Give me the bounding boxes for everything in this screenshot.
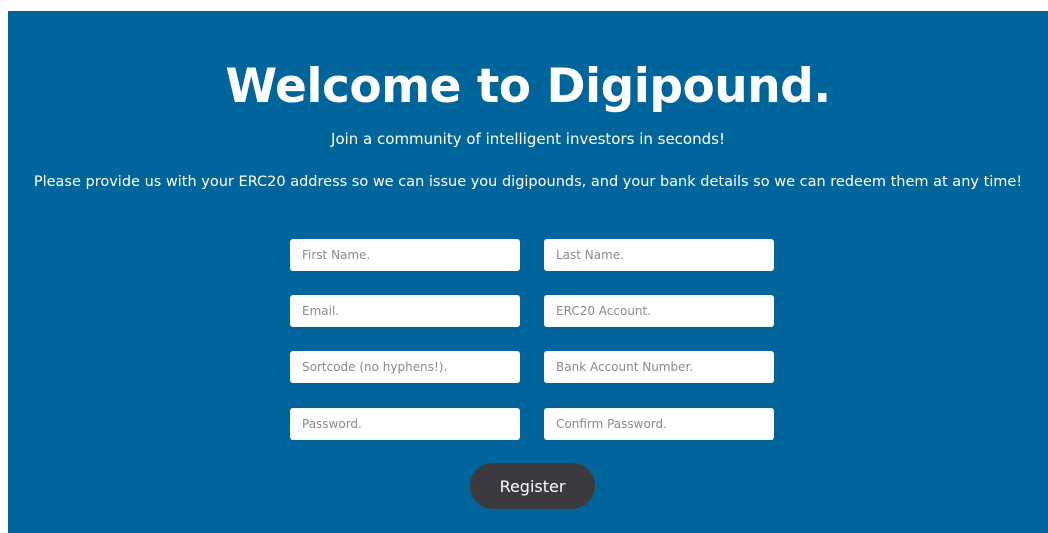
- register-button[interactable]: Register: [470, 463, 595, 509]
- bank-account-number-input[interactable]: [544, 351, 774, 383]
- sortcode-input[interactable]: [290, 351, 520, 383]
- email-input[interactable]: [290, 295, 520, 327]
- erc20-account-input[interactable]: [544, 295, 774, 327]
- registration-panel: Welcome to Digipound. Join a community o…: [8, 11, 1048, 533]
- last-name-input[interactable]: [544, 239, 774, 271]
- password-input[interactable]: [290, 408, 520, 440]
- first-name-input[interactable]: [290, 239, 520, 271]
- page-description: Please provide us with your ERC20 addres…: [33, 174, 1023, 190]
- confirm-password-input[interactable]: [544, 408, 774, 440]
- page-title: Welcome to Digipound.: [225, 59, 831, 114]
- page-subtitle: Join a community of intelligent investor…: [331, 130, 725, 148]
